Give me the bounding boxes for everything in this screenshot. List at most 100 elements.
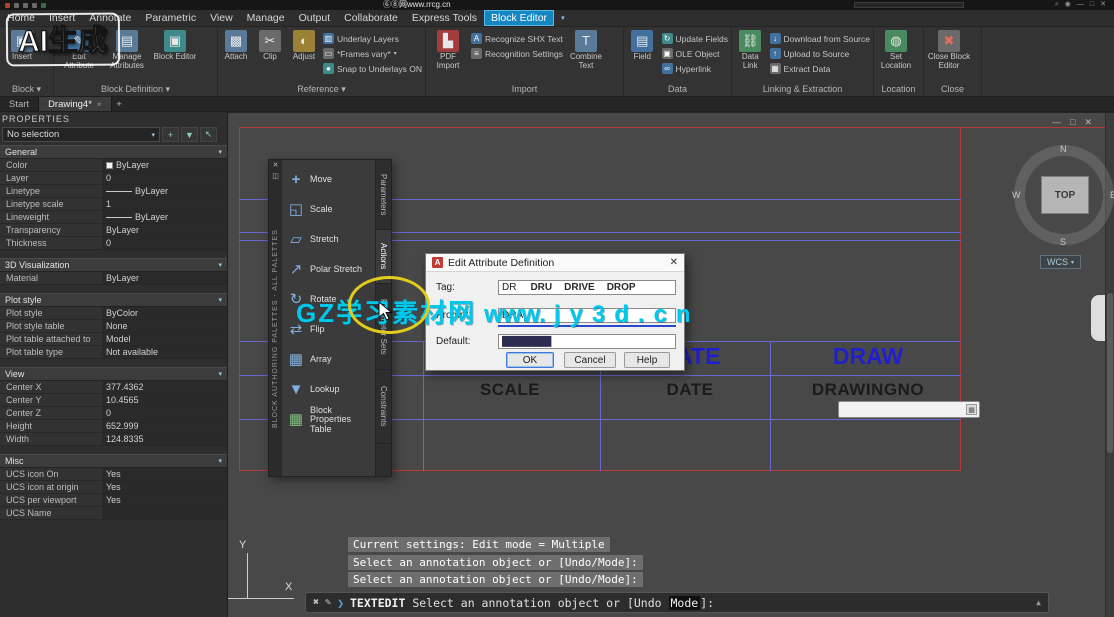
text-editor-options-icon[interactable]: ▦ (966, 404, 977, 415)
hyperlink-button[interactable]: ∞ Hyperlink (662, 62, 728, 75)
property-row-linetype[interactable]: Linetype ByLayer (0, 185, 227, 198)
property-row-plot-table-type[interactable]: Plot table type Not available (0, 346, 227, 359)
palette-autohide-icon[interactable]: ◫ (272, 173, 279, 181)
section-header-3d-visualization[interactable]: 3D Visualization▾ (0, 258, 227, 272)
panel-data-label[interactable]: Data (624, 83, 731, 96)
panel-location-label[interactable]: Location (874, 83, 923, 96)
tab-block-editor[interactable]: Block Editor (484, 10, 554, 26)
underlay-layers-button[interactable]: ▥ Underlay Layers (323, 32, 422, 45)
property-row-ucs-name[interactable]: UCS Name (0, 507, 227, 520)
adjust-button[interactable]: ◐ Adjust (289, 30, 319, 62)
panel-close-label[interactable]: Close (924, 83, 981, 96)
app-logo-icon[interactable] (5, 3, 10, 8)
set-location-button[interactable]: ◍ Set Location (877, 30, 915, 71)
ribbon-options-chevron-icon[interactable]: ▾ (554, 10, 572, 26)
combine-text-button[interactable]: T Combine Text (567, 30, 605, 71)
default-field[interactable]: █████████ (498, 334, 676, 349)
tab-drawing4[interactable]: Drawing4* × (39, 97, 112, 111)
property-row-width[interactable]: Width 124.8335 (0, 433, 227, 446)
compass-east[interactable]: E (1110, 190, 1114, 200)
palette-item-polar-stretch[interactable]: ↗ Polar Stretch (284, 255, 373, 285)
property-row-center-z[interactable]: Center Z 0 (0, 407, 227, 420)
minimize-icon[interactable]: — (1077, 1, 1084, 9)
block-editor-button[interactable]: ▣ Block Editor (153, 30, 197, 62)
field-button[interactable]: ▤ Field (627, 30, 658, 62)
property-row-layer[interactable]: Layer 0 (0, 172, 227, 185)
viewport-close-icon[interactable]: ✕ (1084, 117, 1092, 128)
property-row-thickness[interactable]: Thickness 0 (0, 237, 227, 250)
palette-item-block-properties-table[interactable]: ▦ Block Properties Table (284, 405, 373, 435)
command-expand-icon[interactable]: ▲ (1036, 598, 1041, 607)
section-header-general[interactable]: General▾ (0, 145, 227, 159)
help-button[interactable]: Help (624, 352, 670, 368)
tab-start[interactable]: Start (0, 97, 39, 111)
panel-block-definition-label[interactable]: Block Definition ▾ (54, 83, 217, 96)
property-row-ucs-icon-on[interactable]: UCS icon On Yes (0, 468, 227, 481)
clip-button[interactable]: ✂ Clip (255, 30, 285, 62)
section-header-view[interactable]: View▾ (0, 367, 227, 381)
select-objects-icon[interactable]: ↖ (200, 127, 217, 142)
property-row-material[interactable]: Material ByLayer (0, 272, 227, 285)
command-customize-icon[interactable]: ✎ (325, 597, 331, 608)
palette-close-icon[interactable]: ✕ (273, 162, 279, 170)
property-row-plot-table-attached[interactable]: Plot table attached to Model (0, 333, 227, 346)
maximize-icon[interactable]: □ (1090, 1, 1094, 9)
attach-button[interactable]: ▩ Attach (221, 30, 251, 62)
panel-linking-label[interactable]: Linking & Extraction (732, 83, 873, 96)
pdf-import-button[interactable]: ▙ PDF Import (429, 30, 467, 71)
tab-manage[interactable]: Manage (240, 10, 292, 26)
tab-collaborate[interactable]: Collaborate (337, 10, 405, 26)
section-header-plot-style[interactable]: Plot style▾ (0, 293, 227, 307)
panel-import-label[interactable]: Import (426, 83, 623, 96)
snap-to-underlays-button[interactable]: ● Snap to Underlays ON (323, 62, 422, 75)
tag-suggestion[interactable]: DRU (530, 282, 552, 293)
palette-item-array[interactable]: ▦ Array (284, 345, 373, 375)
compass-west[interactable]: W (1012, 190, 1021, 200)
ole-object-button[interactable]: ▣ OLE Object (662, 47, 728, 60)
titleblock-text-drawingno[interactable]: DRAWINGNO (790, 380, 946, 400)
close-icon[interactable]: ✕ (1100, 1, 1106, 9)
attribute-tag-draw[interactable]: DRAW (818, 343, 918, 370)
navigation-bar-handle[interactable] (1091, 295, 1105, 341)
recognition-settings-button[interactable]: ≡ Recognition Settings (471, 47, 563, 60)
palette-item-stretch[interactable]: ▱ Stretch (284, 225, 373, 255)
viewport-restore-icon[interactable]: □ (1070, 117, 1075, 128)
pickadd-toggle-icon[interactable]: + (162, 127, 179, 142)
selection-dropdown[interactable]: No selection ▾ (2, 127, 160, 142)
new-drawing-tab-button[interactable]: + (112, 97, 127, 111)
undo-icon[interactable] (23, 3, 28, 8)
palette-item-lookup[interactable]: ▼ Lookup (284, 375, 373, 405)
ok-button[interactable]: OK (506, 352, 554, 368)
search-input[interactable] (854, 2, 964, 8)
property-row-linetype-scale[interactable]: Linetype scale 1 (0, 198, 227, 211)
section-header-misc[interactable]: Misc▾ (0, 454, 227, 468)
property-row-center-y[interactable]: Center Y 10.4565 (0, 394, 227, 407)
property-row-transparency[interactable]: Transparency ByLayer (0, 224, 227, 237)
download-from-source-button[interactable]: ↓ Download from Source (770, 32, 870, 45)
scrollbar-thumb[interactable] (1107, 293, 1113, 453)
upload-to-source-button[interactable]: ↑ Upload to Source (770, 47, 870, 60)
tab-express-tools[interactable]: Express Tools (405, 10, 484, 26)
property-row-center-x[interactable]: Center X 377.4362 (0, 381, 227, 394)
data-link-button[interactable]: ⛓ Data Link (735, 30, 766, 71)
viewcube[interactable]: N E S W TOP (1008, 139, 1114, 251)
tab-close-icon[interactable]: × (97, 100, 102, 109)
titleblock-text-scale[interactable]: SCALE (460, 380, 560, 400)
palette-item-scale[interactable]: ◱ Scale (284, 195, 373, 225)
viewport-minimize-icon[interactable]: — (1052, 117, 1061, 128)
property-row-ucs-icon-origin[interactable]: UCS icon at origin Yes (0, 481, 227, 494)
close-block-editor-button[interactable]: ✖ Close Block Editor (927, 30, 971, 71)
titleblock-text-date[interactable]: DATE (640, 380, 740, 400)
property-row-plot-style[interactable]: Plot style ByColor (0, 307, 227, 320)
extract-data-button[interactable]: ▦ Extract Data (770, 62, 870, 75)
viewcube-top-face[interactable]: TOP (1041, 176, 1089, 214)
command-prompt-highlight[interactable]: Mode (669, 596, 701, 610)
update-fields-button[interactable]: ↻ Update Fields (662, 32, 728, 45)
recognize-shx-button[interactable]: A Recognize SHX Text (471, 32, 563, 45)
tab-parametric[interactable]: Parametric (138, 10, 203, 26)
frames-dropdown[interactable]: ▭ *Frames vary* ▾ (323, 47, 422, 60)
redo-icon[interactable] (32, 3, 37, 8)
quick-select-icon[interactable]: ▼ (181, 127, 198, 142)
compass-south[interactable]: S (1060, 237, 1066, 247)
property-row-height[interactable]: Height 652.999 (0, 420, 227, 433)
